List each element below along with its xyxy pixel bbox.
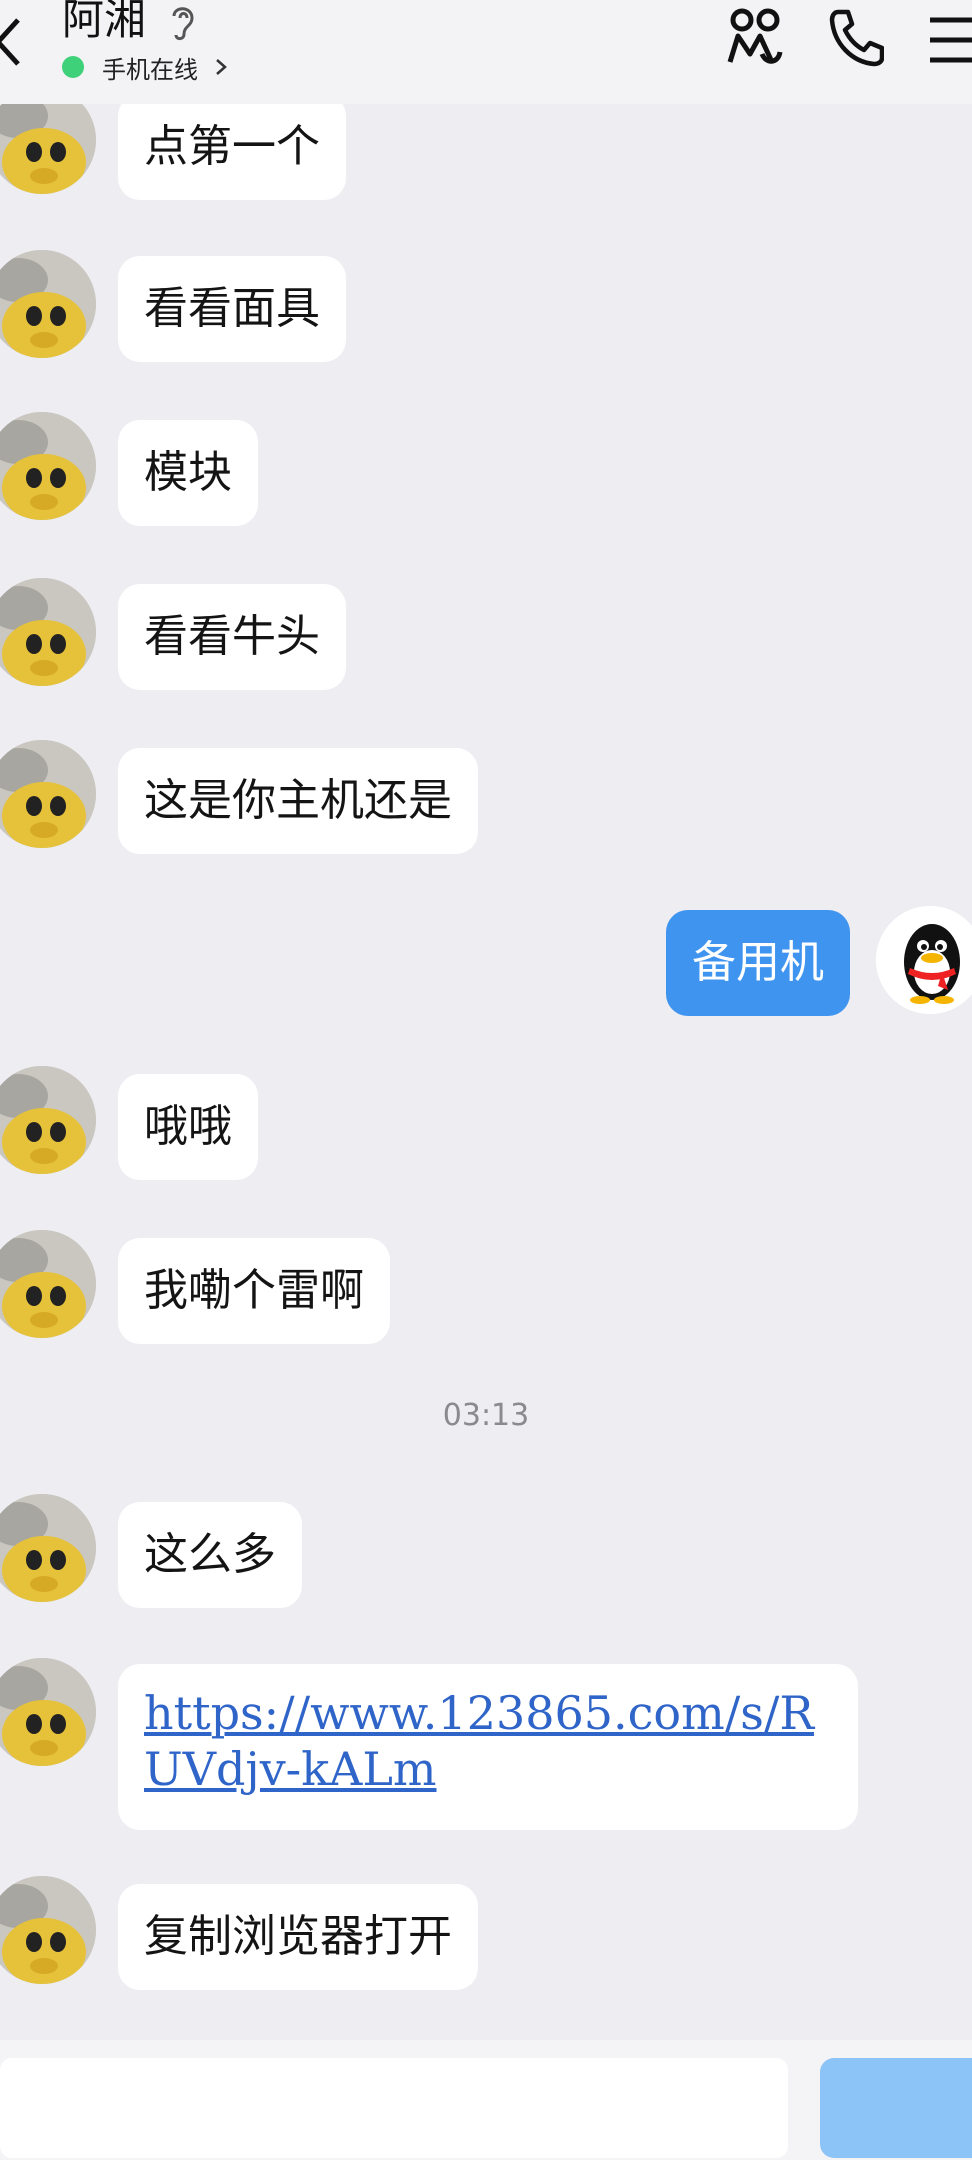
chevron-right-icon: [216, 59, 227, 75]
message-bubble[interactable]: 点第一个: [118, 94, 346, 200]
avatar[interactable]: [0, 578, 96, 686]
message-bubble[interactable]: 模块: [118, 420, 258, 526]
message-timestamp: 03:13: [442, 1398, 530, 1433]
message-bubble[interactable]: 看看牛头: [118, 584, 346, 690]
message-bubble-outgoing[interactable]: 备用机: [666, 910, 850, 1016]
message-bubble[interactable]: 我嘞个雷啊: [118, 1238, 390, 1344]
ear-icon[interactable]: [166, 2, 198, 42]
avatar[interactable]: [0, 1230, 96, 1338]
message-bubble-link[interactable]: https://www.123865.com/s/RUVdjv-kALm: [118, 1664, 858, 1830]
message-bubble[interactable]: 看看面具: [118, 256, 346, 362]
shared-link[interactable]: https://www.123865.com/s/RUVdjv-kALm: [144, 1686, 814, 1796]
message-input[interactable]: [0, 2058, 788, 2158]
status-text: 手机在线: [102, 55, 198, 84]
avatar[interactable]: [0, 250, 96, 358]
chevron-left-icon[interactable]: [0, 12, 24, 72]
avatar[interactable]: [0, 1066, 96, 1174]
input-bar: [0, 2040, 972, 2160]
message-bubble[interactable]: 复制浏览器打开: [118, 1884, 478, 1990]
my-avatar[interactable]: [876, 906, 972, 1014]
people-icon[interactable]: [726, 6, 784, 68]
avatar[interactable]: [0, 1876, 96, 1984]
chat-header: 阿湘 手机在线: [0, 0, 972, 104]
contact-name[interactable]: 阿湘: [62, 0, 146, 46]
qq-penguin-icon: [876, 906, 972, 1014]
phone-icon[interactable]: [826, 6, 884, 68]
online-status[interactable]: 手机在线: [62, 50, 228, 84]
send-button[interactable]: [820, 2058, 972, 2158]
message-bubble[interactable]: 这么多: [118, 1502, 302, 1608]
avatar[interactable]: [0, 1494, 96, 1602]
online-dot: [62, 56, 84, 78]
avatar[interactable]: [0, 740, 96, 848]
hamburger-menu-icon[interactable]: [926, 14, 972, 66]
message-bubble[interactable]: 哦哦: [118, 1074, 258, 1180]
message-bubble[interactable]: 这是你主机还是: [118, 748, 478, 854]
avatar[interactable]: [0, 412, 96, 520]
avatar[interactable]: [0, 1658, 96, 1766]
